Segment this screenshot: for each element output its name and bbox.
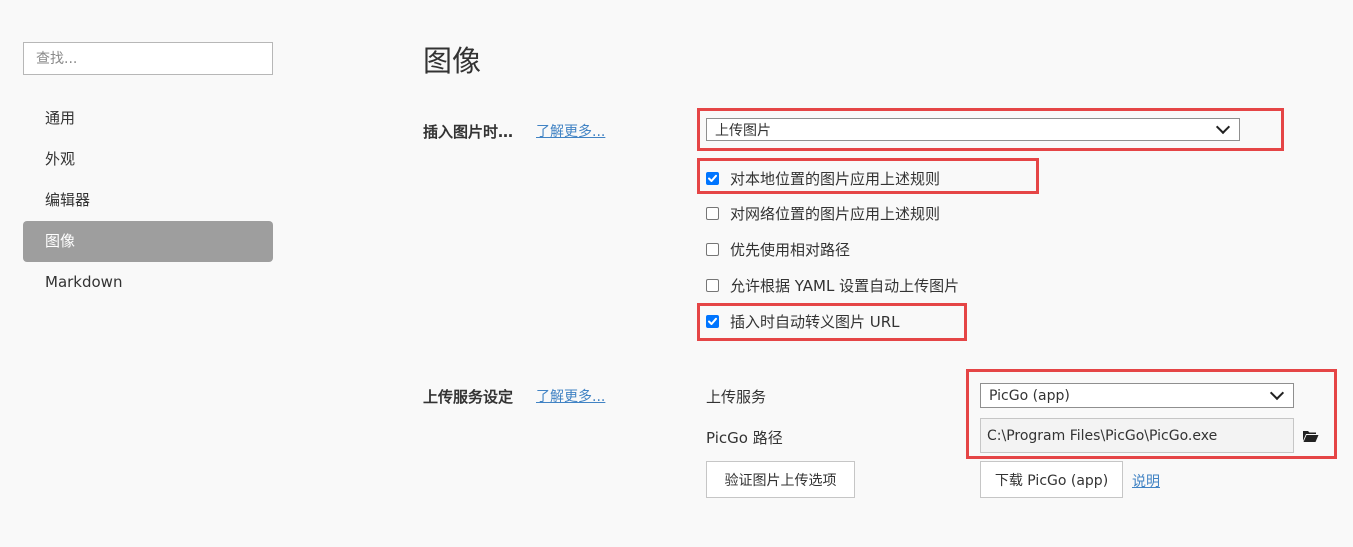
upload-service-section-label: 上传服务设定 [423,388,514,406]
verify-upload-button[interactable]: 验证图片上传选项 [706,461,855,498]
upload-service-select[interactable]: PicGo (app) [980,383,1294,408]
insert-image-section-label: 插入图片时… [423,123,514,141]
insert-action-select-value: 上传图片 [715,122,771,139]
search-input[interactable] [23,42,273,75]
option-yaml-upload[interactable]: 允许根据 YAML 设置自动上传图片 [706,275,959,295]
option-yaml-upload-label: 允许根据 YAML 设置自动上传图片 [730,276,960,295]
upload-service-select-value: PicGo (app) [989,387,1070,404]
checkbox-relative-path[interactable] [706,242,719,256]
option-local-images-label: 对本地位置的图片应用上述规则 [730,169,941,188]
sidebar-item-general[interactable]: 通用 [23,98,273,139]
checkbox-local-images[interactable] [706,171,719,185]
sidebar-item-appearance[interactable]: 外观 [23,139,273,180]
option-relative-path[interactable]: 优先使用相对路径 [706,239,850,259]
chevron-down-icon [1215,119,1231,135]
sidebar-item-editor[interactable]: 编辑器 [23,180,273,221]
picgo-path-label: PicGo 路径 [706,429,783,447]
sidebar-item-markdown[interactable]: Markdown [23,262,273,303]
download-picgo-button[interactable]: 下载 PicGo (app) [980,461,1123,498]
page-title: 图像 [423,44,482,78]
picgo-path-field[interactable]: C:\Program Files\PicGo\PicGo.exe [980,418,1294,453]
picgo-path-value: C:\Program Files\PicGo\PicGo.exe [987,427,1218,444]
option-local-images[interactable]: 对本地位置的图片应用上述规则 [706,168,940,188]
folder-open-icon[interactable] [1302,428,1319,442]
upload-learn-more-link[interactable]: 了解更多... [536,386,605,406]
checkbox-escape-url[interactable] [706,314,719,328]
option-escape-url-label: 插入时自动转义图片 URL [730,312,900,331]
option-network-images[interactable]: 对网络位置的图片应用上述规则 [706,203,940,223]
insert-learn-more-link[interactable]: 了解更多... [536,121,605,141]
option-relative-path-label: 优先使用相对路径 [730,240,851,259]
insert-action-select[interactable]: 上传图片 [706,118,1240,141]
option-network-images-label: 对网络位置的图片应用上述规则 [730,204,941,223]
upload-service-label: 上传服务 [706,388,767,406]
checkbox-yaml-upload[interactable] [706,278,719,292]
option-escape-url[interactable]: 插入时自动转义图片 URL [706,311,900,331]
checkbox-network-images[interactable] [706,206,719,220]
check-icon [708,317,717,325]
check-icon [708,174,717,182]
chevron-down-icon [1269,385,1285,401]
sidebar-item-image[interactable]: 图像 [23,221,273,262]
picgo-help-link[interactable]: 说明 [1132,471,1160,491]
